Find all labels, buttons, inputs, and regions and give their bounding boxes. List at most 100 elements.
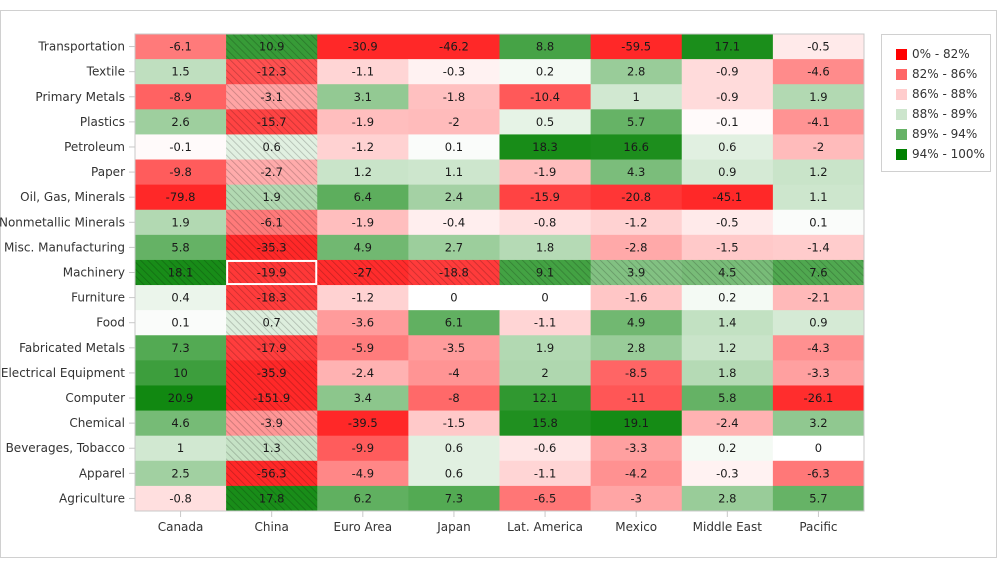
heatmap-cell[interactable]: 0 bbox=[499, 285, 592, 311]
heatmap-cell[interactable]: 1.9 bbox=[772, 84, 865, 110]
heatmap-cell[interactable]: -9.9 bbox=[317, 435, 409, 462]
heatmap-cell[interactable]: 3.9 bbox=[590, 259, 683, 286]
heatmap-cell[interactable]: -2.7 bbox=[226, 159, 318, 186]
heatmap-cell[interactable]: 0.4 bbox=[135, 285, 227, 311]
heatmap-cell[interactable]: -1.9 bbox=[499, 159, 592, 186]
heatmap-cell[interactable]: -8 bbox=[408, 385, 500, 412]
heatmap-cell[interactable]: -3 bbox=[590, 485, 683, 512]
heatmap-cell[interactable]: 7.6 bbox=[772, 259, 865, 286]
heatmap-cell[interactable]: 1.8 bbox=[681, 360, 774, 386]
heatmap-cell[interactable]: 2.5 bbox=[135, 460, 227, 487]
heatmap-cell[interactable]: 1.1 bbox=[772, 184, 865, 211]
heatmap-cell[interactable]: 0.9 bbox=[681, 159, 774, 186]
heatmap-cell[interactable]: -17.9 bbox=[226, 335, 318, 361]
heatmap-cell[interactable]: -18.8 bbox=[408, 259, 500, 286]
heatmap-cell[interactable]: -0.8 bbox=[135, 485, 227, 512]
heatmap-cell[interactable]: 4.9 bbox=[317, 234, 409, 261]
heatmap-cell[interactable]: -1.5 bbox=[408, 410, 500, 437]
heatmap-cell[interactable]: -18.3 bbox=[226, 285, 318, 311]
heatmap-cell[interactable]: 4.6 bbox=[135, 410, 227, 437]
heatmap-cell[interactable]: 17.1 bbox=[681, 34, 774, 60]
heatmap-cell[interactable]: 19.1 bbox=[590, 410, 683, 437]
heatmap-cell[interactable]: -3.1 bbox=[226, 84, 318, 110]
heatmap-cell[interactable]: 4.3 bbox=[590, 159, 683, 186]
heatmap-cell[interactable]: -0.9 bbox=[681, 59, 774, 85]
heatmap-cell[interactable]: -151.9 bbox=[226, 385, 318, 412]
heatmap-cell[interactable]: 1.2 bbox=[681, 335, 774, 361]
heatmap-cell[interactable]: -0.3 bbox=[408, 59, 500, 85]
heatmap-cell[interactable]: 0.6 bbox=[681, 134, 774, 161]
legend-item[interactable]: 82% - 86% bbox=[896, 66, 977, 82]
heatmap-cell[interactable]: 1 bbox=[135, 435, 227, 462]
heatmap-cell[interactable]: -2 bbox=[772, 134, 865, 161]
heatmap-cell[interactable]: 0 bbox=[408, 285, 500, 311]
heatmap-cell[interactable]: -20.8 bbox=[590, 184, 683, 211]
heatmap-cell[interactable]: 1.1 bbox=[408, 159, 500, 186]
heatmap-cell[interactable]: -45.1 bbox=[681, 184, 774, 211]
heatmap-cell[interactable]: 1.8 bbox=[499, 234, 592, 261]
heatmap-cell[interactable]: 1.9 bbox=[226, 184, 318, 211]
heatmap-cell[interactable]: 0.5 bbox=[499, 109, 592, 135]
heatmap-cell[interactable]: 3.4 bbox=[317, 385, 409, 412]
heatmap-cell[interactable]: -1.2 bbox=[317, 134, 409, 161]
heatmap-cell[interactable]: -0.3 bbox=[681, 460, 774, 487]
heatmap-cell[interactable]: -4.2 bbox=[590, 460, 683, 487]
heatmap-cell[interactable]: -1.4 bbox=[772, 234, 865, 261]
heatmap-cell[interactable]: 0.2 bbox=[499, 59, 592, 85]
heatmap-cell[interactable]: -10.4 bbox=[499, 84, 592, 110]
heatmap-cell[interactable]: 6.2 bbox=[317, 485, 409, 512]
heatmap-cell[interactable]: -3.5 bbox=[408, 335, 500, 361]
heatmap-cell[interactable]: -5.9 bbox=[317, 335, 409, 361]
heatmap-cell[interactable]: -2 bbox=[408, 109, 500, 135]
heatmap-cell[interactable]: -26.1 bbox=[772, 385, 865, 412]
heatmap-cell[interactable]: 0.2 bbox=[681, 435, 774, 462]
heatmap-cell[interactable]: -2.1 bbox=[772, 285, 865, 311]
heatmap-cell[interactable]: -1.2 bbox=[317, 285, 409, 311]
heatmap-cell[interactable]: -15.9 bbox=[499, 184, 592, 211]
heatmap-cell[interactable]: 10.9 bbox=[226, 34, 318, 60]
legend-item[interactable]: 94% - 100% bbox=[896, 146, 985, 162]
heatmap-cell[interactable]: -0.1 bbox=[681, 109, 774, 135]
heatmap-cell[interactable]: 0.7 bbox=[226, 310, 318, 336]
heatmap-cell[interactable]: -1.1 bbox=[499, 310, 592, 336]
heatmap-cell[interactable]: 3.2 bbox=[772, 410, 865, 437]
heatmap-cell[interactable]: -1.1 bbox=[499, 460, 592, 487]
heatmap-cell[interactable]: -56.3 bbox=[226, 460, 318, 487]
heatmap-cell[interactable]: -0.5 bbox=[772, 34, 865, 60]
heatmap-cell[interactable]: 0.1 bbox=[772, 209, 865, 236]
heatmap-cell[interactable]: -3.3 bbox=[590, 435, 683, 462]
heatmap-cell[interactable]: -0.5 bbox=[681, 209, 774, 236]
heatmap-cell[interactable]: 5.8 bbox=[135, 234, 227, 261]
heatmap-cell[interactable]: 1.2 bbox=[772, 159, 865, 186]
heatmap-cell[interactable]: -4.9 bbox=[317, 460, 409, 487]
heatmap-cell[interactable]: -4 bbox=[408, 360, 500, 386]
heatmap-cell[interactable]: 1.4 bbox=[681, 310, 774, 336]
heatmap-cell[interactable]: 6.1 bbox=[408, 310, 500, 336]
heatmap-cell[interactable]: 18.1 bbox=[135, 259, 227, 286]
heatmap-cell[interactable]: -1.8 bbox=[408, 84, 500, 110]
heatmap-cell[interactable]: -35.3 bbox=[226, 234, 318, 261]
heatmap-cell[interactable]: -6.1 bbox=[226, 209, 318, 236]
heatmap-cell[interactable]: 1.3 bbox=[226, 435, 318, 462]
heatmap-cell[interactable]: -9.8 bbox=[135, 159, 227, 186]
heatmap-cell[interactable]: 2 bbox=[499, 360, 592, 386]
heatmap-cell[interactable]: 2.6 bbox=[135, 109, 227, 135]
heatmap-cell[interactable]: -1.1 bbox=[317, 59, 409, 85]
heatmap-cell[interactable]: -0.6 bbox=[499, 435, 592, 462]
heatmap-cell[interactable]: -15.7 bbox=[226, 109, 318, 135]
heatmap-cell[interactable]: 0.6 bbox=[408, 435, 500, 462]
heatmap-cell[interactable]: -3.6 bbox=[317, 310, 409, 336]
heatmap-cell[interactable]: -1.9 bbox=[317, 109, 409, 135]
heatmap-cell[interactable]: 7.3 bbox=[135, 335, 227, 361]
heatmap-cell[interactable]: -2.4 bbox=[681, 410, 774, 437]
heatmap-cell[interactable]: -12.3 bbox=[226, 59, 318, 85]
heatmap-cell[interactable]: 0.9 bbox=[772, 310, 865, 336]
legend-item[interactable]: 88% - 89% bbox=[896, 106, 977, 122]
heatmap-cell[interactable]: -3.9 bbox=[226, 410, 318, 437]
heatmap-cell[interactable]: -6.3 bbox=[772, 460, 865, 487]
heatmap-cell[interactable]: 8.8 bbox=[499, 34, 592, 60]
heatmap-cell[interactable]: -39.5 bbox=[317, 410, 409, 437]
heatmap-cell[interactable]: -1.6 bbox=[590, 285, 683, 311]
heatmap-cell[interactable]: -46.2 bbox=[408, 34, 500, 60]
heatmap-cell[interactable]: -4.3 bbox=[772, 335, 865, 361]
